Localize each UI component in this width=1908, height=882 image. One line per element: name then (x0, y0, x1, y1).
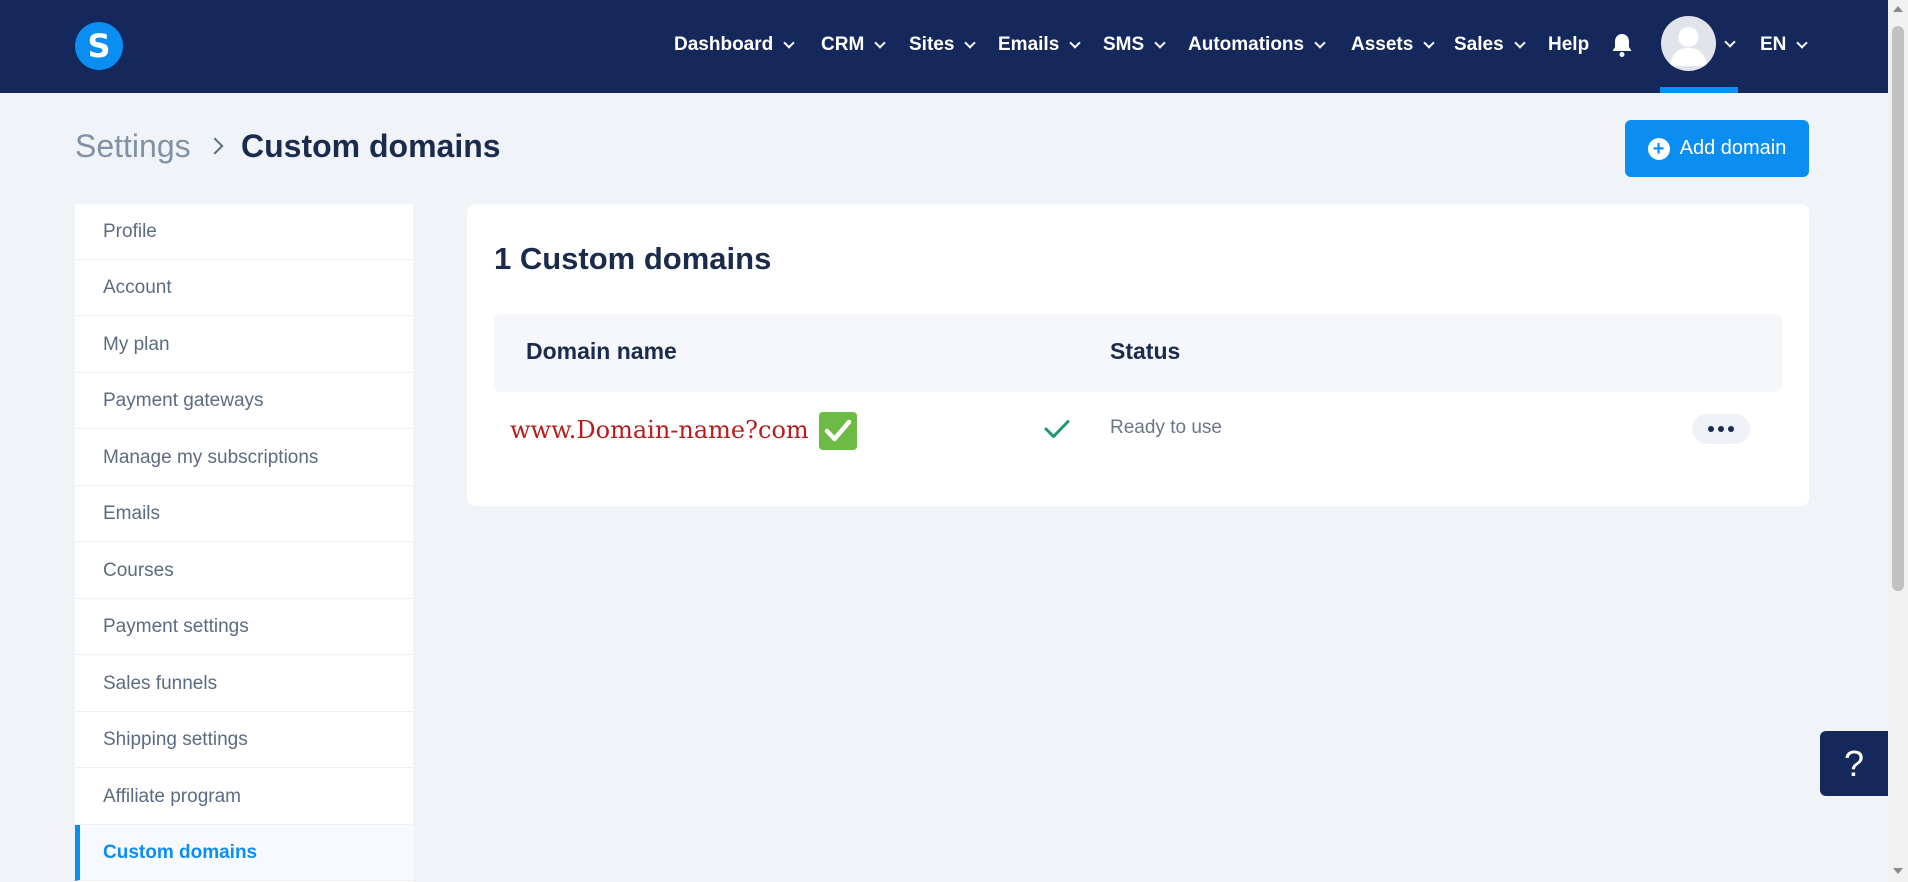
language-select[interactable]: EN (1760, 31, 1809, 59)
chevron-right-icon (206, 137, 224, 155)
sidebar-item-custom-domains[interactable]: Custom domains (75, 825, 413, 881)
more-dots-icon (1708, 426, 1714, 432)
nav-label: Dashboard (674, 34, 774, 55)
breadcrumb-settings[interactable]: Settings (75, 128, 191, 165)
sidebar-item-shipping-settings[interactable]: Shipping settings (75, 712, 413, 768)
sidebar-item-affiliate-program[interactable]: Affiliate program (75, 769, 413, 825)
domain-name-link[interactable]: www.Domain-name?com (510, 416, 809, 444)
sidebar-item-profile[interactable]: Profile (75, 204, 413, 260)
sidebar-item-payment-gateways[interactable]: Payment gateways (75, 373, 413, 429)
nav-assets[interactable]: Assets (1351, 31, 1435, 59)
scroll-up-icon[interactable] (1893, 6, 1903, 12)
sidebar-item-courses[interactable]: Courses (75, 543, 413, 599)
nav-automations[interactable]: Automations (1188, 31, 1326, 59)
sidebar-item-payment-settings[interactable]: Payment settings (75, 599, 413, 655)
scroll-down-icon[interactable] (1893, 868, 1903, 874)
check-box-icon (819, 412, 857, 450)
nav-sms[interactable]: SMS (1103, 31, 1166, 59)
chevron-down-icon (1724, 36, 1736, 48)
table-header: Domain name Status (494, 314, 1782, 392)
sidebar-item-emails[interactable]: Emails (75, 486, 413, 542)
nav-dashboard[interactable]: Dashboard (674, 31, 795, 59)
more-options-button[interactable] (1692, 414, 1750, 444)
sidebar-item-sales-funnels[interactable]: Sales funnels (75, 656, 413, 712)
nav-emails[interactable]: Emails (998, 31, 1081, 59)
card-title: 1 Custom domains (494, 241, 772, 276)
page-scrollbar[interactable] (1888, 0, 1908, 882)
top-navbar: S Dashboard CRM Sites Emails SMS Automat… (0, 0, 1888, 93)
sidebar-item-manage-subscriptions[interactable]: Manage my subscriptions (75, 430, 413, 486)
add-domain-button[interactable]: + Add domain (1625, 120, 1809, 177)
nav-label: Sales (1454, 34, 1504, 55)
chevron-down-icon (964, 36, 977, 49)
nav-sites[interactable]: Sites (909, 31, 977, 59)
nav-label: Help (1548, 34, 1590, 55)
chevron-down-icon (874, 36, 886, 49)
status-text: Ready to use (1110, 417, 1222, 438)
chevron-down-icon (1796, 36, 1809, 49)
custom-domains-card: 1 Custom domains Domain name Status www.… (467, 204, 1809, 506)
check-icon (1044, 420, 1070, 438)
help-button[interactable]: ? (1820, 731, 1888, 796)
page-title: Custom domains (241, 128, 501, 164)
user-menu[interactable] (1660, 16, 1738, 93)
column-domain-name: Domain name (526, 338, 677, 364)
add-domain-label: Add domain (1679, 137, 1787, 159)
chevron-down-icon (1069, 36, 1081, 49)
sidebar-item-account[interactable]: Account (75, 260, 413, 316)
chevron-down-icon (1154, 36, 1166, 49)
bell-icon[interactable] (1610, 32, 1634, 58)
plus-circle-icon: + (1647, 137, 1670, 160)
more-dot (1718, 426, 1724, 432)
nav-label: Assets (1351, 34, 1414, 55)
settings-sidebar: Profile Account My plan Payment gateways… (75, 204, 413, 882)
language-label: EN (1760, 34, 1787, 55)
sidebar-item-my-plan[interactable]: My plan (75, 317, 413, 373)
nav-label: Sites (909, 34, 955, 55)
column-status: Status (1110, 338, 1181, 364)
nav-label: Automations (1188, 34, 1305, 55)
chevron-down-icon (1423, 36, 1435, 49)
nav-label: CRM (821, 34, 865, 55)
user-avatar-icon[interactable] (1661, 16, 1716, 71)
main-nav: Dashboard CRM Sites Emails SMS Automatio… (0, 0, 1888, 93)
more-dot (1728, 426, 1734, 432)
chevron-down-icon (1513, 36, 1526, 49)
scroll-thumb[interactable] (1892, 26, 1904, 591)
nav-help[interactable]: Help (1548, 31, 1589, 59)
chevron-down-icon (1314, 36, 1326, 49)
nav-sales[interactable]: Sales (1454, 31, 1526, 59)
nav-crm[interactable]: CRM (821, 31, 886, 59)
chevron-down-icon (783, 36, 795, 49)
nav-label: Emails (998, 34, 1060, 55)
active-indicator (1660, 87, 1738, 93)
nav-label: SMS (1103, 34, 1145, 55)
